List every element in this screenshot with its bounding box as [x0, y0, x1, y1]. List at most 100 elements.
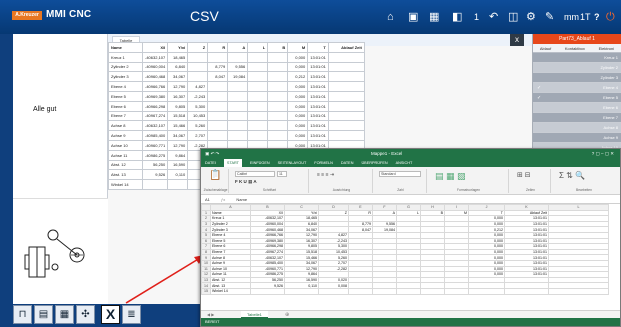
column-header[interactable]: Ablauf Zeit [327, 42, 365, 53]
list-icon[interactable]: ≣ [122, 305, 141, 324]
help-button[interactable]: ? [594, 12, 600, 22]
table-row[interactable]: Ebene 6 -40966,298 9,805 5,300 0,000 13:01:01 [108, 100, 365, 112]
ribbon-tab[interactable]: FORMELN [314, 159, 333, 167]
feature-item[interactable]: Zylinder 2 [533, 63, 621, 73]
sheet-cell[interactable] [420, 287, 445, 295]
ribbon-tab[interactable]: DATEI [205, 159, 216, 167]
grid-icon[interactable]: ▤ [34, 305, 53, 324]
table-cell: 0,000 [287, 61, 309, 73]
save-icon[interactable]: ◧ [452, 11, 462, 23]
row-number[interactable]: 15 [201, 287, 211, 295]
tab-kontaktbox[interactable]: Kontaktbox [565, 44, 585, 52]
tab-elektroni[interactable]: Elektroni [599, 44, 615, 52]
column-header[interactable]: X/I [141, 42, 169, 53]
table-cell: 19,084 [227, 71, 249, 83]
table-row[interactable]: Ebene 4 -40966,766 12,790 4,827 0,000 13:01:0… [108, 81, 365, 92]
ribbon-tab[interactable]: START [223, 159, 243, 167]
table-cell: 12,790 [167, 139, 189, 151]
settings-icon[interactable]: ⚙ [526, 11, 536, 23]
sheet-cell[interactable]: Winkel 14 [210, 287, 251, 295]
sheet-cell[interactable] [250, 287, 285, 295]
column-header[interactable]: Z [187, 42, 209, 53]
feature-item[interactable]: Ebene 6 [533, 103, 621, 113]
column-header[interactable]: Y/xi [167, 42, 189, 53]
sheet-cell[interactable] [444, 287, 469, 295]
feature-item[interactable]: Kreuz 1 [533, 53, 621, 63]
feature-item[interactable]: ✓ Ebene 4 [533, 83, 621, 93]
camera-icon[interactable]: ▣ [408, 11, 418, 23]
table-row[interactable]: Ebene 5 -40969,380 16,307 -2,243 0,000 13:01:… [108, 90, 365, 102]
feature-label: Ebene 4 [603, 85, 618, 90]
tools-icon[interactable]: ✣ [76, 305, 95, 324]
feature-item[interactable]: Zylinder 3 [533, 73, 621, 83]
table-cell: 13:01:01 [307, 110, 329, 122]
formula-content[interactable]: Name [236, 197, 247, 202]
table-row[interactable]: Achse 9 -40985,400 34,067 2,707 0,000 13:01:0… [108, 130, 365, 141]
ribbon-tab[interactable]: ANSICHT [396, 159, 413, 167]
table-row[interactable]: Zylinder 3 -40960,468 34,067 8,047 19,084 0,2… [108, 71, 365, 83]
table-icon[interactable]: ▦ [55, 305, 74, 324]
table-row[interactable]: Achse 8 -40632,107 15,466 5,260 0,000 13:01:0… [108, 120, 365, 132]
sheet-cell[interactable] [372, 287, 397, 295]
name-box[interactable]: A1 [205, 197, 210, 202]
ribbon-tab[interactable]: EINFÜGEN [250, 159, 270, 167]
table-cell [327, 90, 365, 102]
ribbon-tab[interactable]: DATEN [341, 159, 354, 167]
column-header[interactable]: L [247, 42, 269, 53]
number-format-select[interactable]: Standard [379, 171, 421, 177]
tab-ablauf[interactable]: Ablauf [540, 44, 551, 52]
sheet-cell[interactable] [396, 287, 421, 295]
table-cell [327, 130, 365, 141]
sheet-cell[interactable] [284, 287, 319, 295]
sheet-cell[interactable] [468, 287, 505, 295]
fixture-icon[interactable]: ⊓ [13, 305, 32, 324]
sheet-cell[interactable] [348, 287, 373, 295]
table-cell [267, 90, 289, 102]
units-label[interactable]: mm [564, 12, 579, 22]
power-icon[interactable]: ⏻ [606, 11, 615, 23]
sheet-cell[interactable] [504, 287, 549, 295]
sheet-row[interactable]: 15 Winkel 14 [201, 287, 609, 295]
undo-icon[interactable]: ↶ [489, 11, 498, 23]
column-header[interactable]: B [267, 42, 289, 53]
feature-item[interactable]: Achse 8 [533, 123, 621, 133]
ribbon-group-cells: ⊞ ⊟ Zellen [511, 169, 551, 193]
sort-filter-icon[interactable]: Σ ⇅ 🔍 [559, 171, 585, 180]
bold-italic-underline-icon[interactable]: F K U ▦ A [235, 179, 257, 185]
column-header[interactable]: T [307, 42, 329, 53]
home-icon[interactable]: ⌂ [387, 11, 394, 23]
ribbon-tab[interactable]: SEITENLAYOUT [278, 159, 307, 167]
column-header[interactable]: R [207, 42, 229, 53]
keyboard-icon[interactable]: ▦ [429, 11, 439, 23]
excel-grid[interactable]: A B C D E F G H I J K L 1 Name X/I Y/xi Z R A L B M T Ablauf Ze… [201, 204, 609, 295]
table-row[interactable]: Kreuz 1 -40632,107 18,465 0,000 13:01:01 [108, 51, 365, 63]
excel-quick-access-icon[interactable]: ▣ ↶ ↷ [205, 149, 219, 159]
feature-item[interactable]: Ebene 7 [533, 113, 621, 123]
ribbon-tab[interactable]: ÜBERPRÜFEN [361, 159, 387, 167]
font-name-select[interactable]: Calibri [235, 171, 275, 177]
measure-icon[interactable]: ◫ [508, 11, 518, 23]
paste-icon[interactable]: 📋 [203, 169, 228, 183]
table-cell: 18,465 [167, 51, 189, 63]
feature-item[interactable]: ✓ Ebene 5 [533, 93, 621, 103]
window-controls[interactable]: ? ▢ – ▢ ✕ [592, 149, 614, 159]
formula-bar[interactable]: A1 ƒx Name [201, 195, 620, 204]
table-row[interactable]: Ebene 7 -40967,274 15,518 10,453 0,000 13:01:… [108, 110, 365, 122]
column-header[interactable]: Name [108, 42, 143, 53]
tool-icon[interactable]: ✎ [545, 11, 554, 23]
sheet-cell[interactable] [548, 287, 609, 295]
table-row[interactable]: Zylinder 2 -40960,004 6,840 8,779 9,556 0,000… [108, 61, 365, 73]
sheet-cell[interactable] [318, 287, 349, 295]
column-header[interactable]: A [227, 42, 249, 53]
align-icon[interactable]: ≡ ≡ ≡ ⇥ [317, 172, 334, 178]
feature-item[interactable]: Achse 9 [533, 133, 621, 143]
conditional-format-icon[interactable]: ▤ ▦ ▧ [435, 171, 466, 182]
close-button[interactable]: x [510, 34, 524, 46]
column-header[interactable]: M [287, 42, 309, 53]
feature-list: Kreuz 1 Zylinder 2 Zylinder 3 ✓ Ebene 4 ✓ Eben… [533, 53, 621, 163]
font-size-select[interactable]: 11 [277, 171, 287, 177]
excel-export-icon[interactable]: X [101, 305, 120, 324]
part-drawing [13, 198, 108, 304]
table-cell: 13:01:01 [307, 61, 329, 73]
insert-cells-icon[interactable]: ⊞ ⊟ [517, 171, 531, 179]
